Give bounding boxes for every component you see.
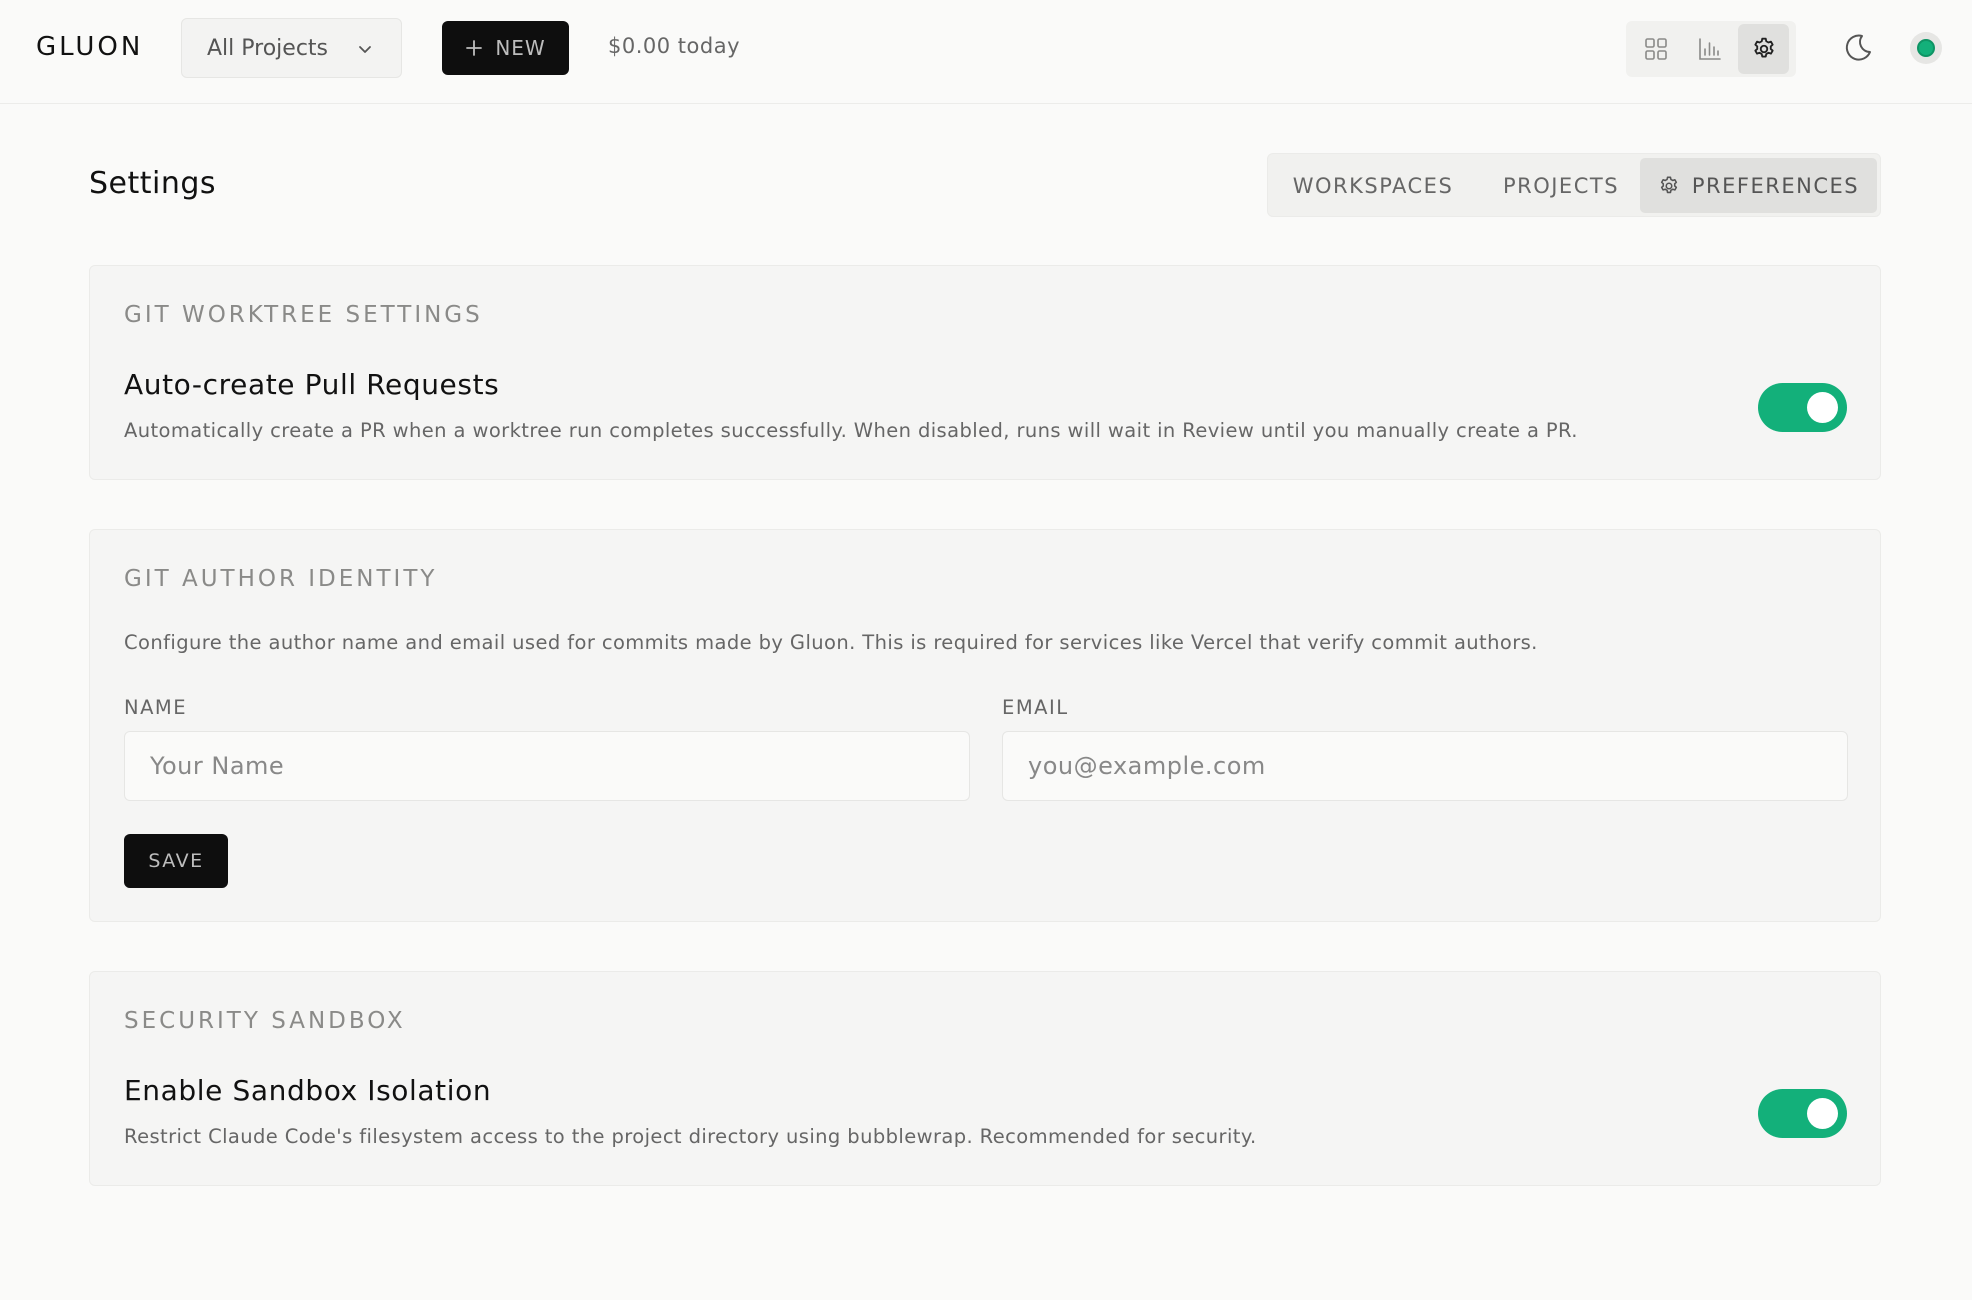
git-author-identity-card: GIT AUTHOR IDENTITY Configure the author… <box>89 529 1881 922</box>
new-button[interactable]: NEW <box>442 21 569 75</box>
settings-tabs: WORKSPACES PROJECTS PREFERENCES <box>1267 153 1881 217</box>
online-status-dot <box>1917 39 1935 57</box>
connection-status[interactable] <box>1910 32 1942 64</box>
bar-chart-icon <box>1698 38 1721 60</box>
section-label: SECURITY SANDBOX <box>124 1008 406 1034</box>
setting-description: Restrict Claude Code's filesystem access… <box>124 1125 1257 1148</box>
tab-preferences[interactable]: PREFERENCES <box>1640 158 1877 213</box>
new-button-label: NEW <box>495 36 546 60</box>
top-bar: GLUON All Projects NEW $0.00 today <box>0 0 1972 104</box>
project-selector[interactable]: All Projects <box>181 18 402 78</box>
chevron-down-icon <box>359 46 371 53</box>
setting-title: Enable Sandbox Isolation <box>124 1074 492 1107</box>
toggle-knob <box>1807 1098 1838 1129</box>
gear-icon <box>1753 37 1774 58</box>
section-label: GIT AUTHOR IDENTITY <box>124 566 438 592</box>
dashboard-view-button[interactable] <box>1630 24 1681 74</box>
analytics-view-button[interactable] <box>1684 24 1735 74</box>
save-button[interactable]: SAVE <box>124 834 228 888</box>
email-field-label: EMAIL <box>1002 696 1069 719</box>
tab-preferences-label: PREFERENCES <box>1691 173 1860 198</box>
name-input[interactable] <box>124 731 970 801</box>
plus-icon <box>466 40 483 56</box>
email-input[interactable] <box>1002 731 1848 801</box>
tab-workspaces[interactable]: WORKSPACES <box>1278 158 1468 213</box>
toggle-knob <box>1807 392 1838 423</box>
app-logo: GLUON <box>36 32 144 62</box>
security-sandbox-card: SECURITY SANDBOX Enable Sandbox Isolatio… <box>89 971 1881 1186</box>
gear-icon <box>1660 176 1678 193</box>
git-worktree-settings-card: GIT WORKTREE SETTINGS Auto-create Pull R… <box>89 265 1881 480</box>
settings-view-button[interactable] <box>1738 24 1789 74</box>
setting-description: Configure the author name and email used… <box>124 631 1538 654</box>
moon-icon[interactable] <box>1842 32 1874 64</box>
name-field-label: NAME <box>124 696 188 719</box>
tab-projects[interactable]: PROJECTS <box>1478 158 1644 213</box>
sandbox-isolation-toggle[interactable] <box>1758 1089 1847 1138</box>
setting-description: Automatically create a PR when a worktre… <box>124 419 1578 442</box>
grid-icon <box>1644 38 1667 60</box>
section-label: GIT WORKTREE SETTINGS <box>124 302 483 328</box>
project-selector-label: All Projects <box>207 35 328 61</box>
setting-title: Auto-create Pull Requests <box>124 368 500 401</box>
page-title: Settings <box>89 166 217 201</box>
auto-create-pr-toggle[interactable] <box>1758 383 1847 432</box>
view-switcher <box>1626 21 1796 77</box>
cost-today: $0.00 today <box>608 34 741 58</box>
